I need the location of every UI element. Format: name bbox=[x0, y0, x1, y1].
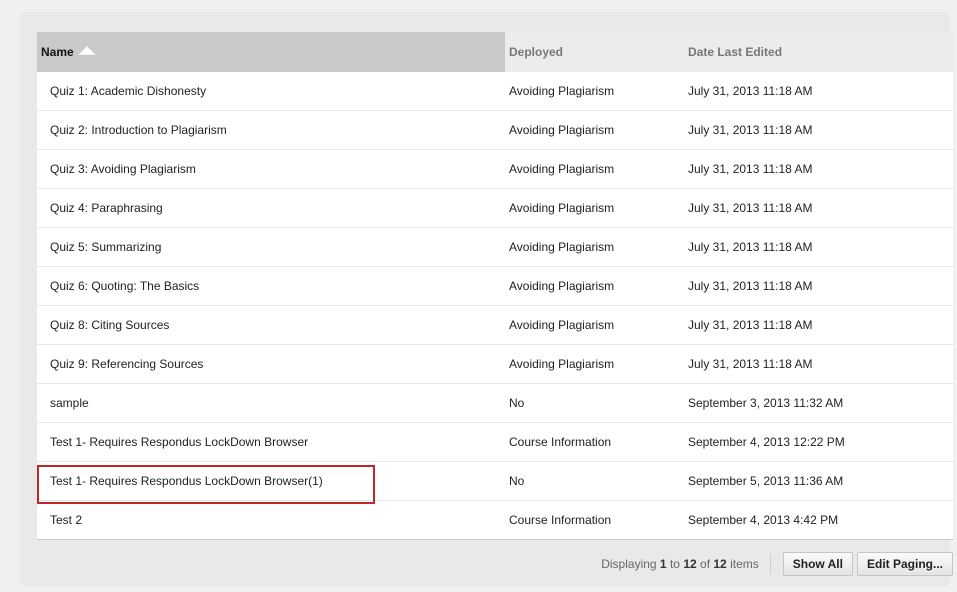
cell-name[interactable]: Quiz 2: Introduction to Plagiarism bbox=[37, 110, 505, 150]
table-row[interactable]: Quiz 3: Avoiding Plagiarism Avoiding Pla… bbox=[37, 149, 953, 189]
cell-name[interactable]: Quiz 6: Quoting: The Basics bbox=[37, 266, 505, 306]
pager-divider bbox=[769, 554, 771, 574]
cell-deployed: Course Information bbox=[505, 422, 684, 462]
column-header-name[interactable]: Name bbox=[37, 32, 505, 72]
cell-deployed: Avoiding Plagiarism bbox=[505, 72, 684, 111]
cell-deployed: Avoiding Plagiarism bbox=[505, 266, 684, 306]
cell-deployed: Avoiding Plagiarism bbox=[505, 344, 684, 384]
column-header-deployed[interactable]: Deployed bbox=[505, 32, 684, 72]
table-row[interactable]: Test 1- Requires Respondus LockDown Brow… bbox=[37, 422, 953, 462]
cell-deployed: Avoiding Plagiarism bbox=[505, 149, 684, 189]
cell-date-last-edited: September 3, 2013 11:32 AM bbox=[684, 383, 953, 423]
column-header-label: Name bbox=[41, 45, 74, 59]
cell-date-last-edited: September 4, 2013 12:22 PM bbox=[684, 422, 953, 462]
table-row[interactable]: Quiz 9: Referencing Sources Avoiding Pla… bbox=[37, 344, 953, 384]
cell-date-last-edited: September 5, 2013 11:36 AM bbox=[684, 461, 953, 501]
pager-status: Displaying 1 to 12 of 12 items bbox=[601, 557, 759, 571]
tests-table-container: Name Deployed Date Last Edited Quiz 1: A… bbox=[37, 32, 953, 540]
pager-to: 12 bbox=[683, 557, 697, 571]
cell-name[interactable]: Test 2 bbox=[37, 500, 505, 540]
cell-date-last-edited: July 31, 2013 11:18 AM bbox=[684, 72, 953, 111]
table-header-row: Name Deployed Date Last Edited bbox=[37, 32, 953, 72]
table-row[interactable]: sample No September 3, 2013 11:32 AM bbox=[37, 383, 953, 423]
pager-bar: Displaying 1 to 12 of 12 items Show All … bbox=[37, 550, 953, 578]
cell-deployed: Avoiding Plagiarism bbox=[505, 227, 684, 267]
cell-name[interactable]: Quiz 5: Summarizing bbox=[37, 227, 505, 267]
cell-name[interactable]: Quiz 1: Academic Dishonesty bbox=[37, 72, 505, 111]
pager-total: 12 bbox=[713, 557, 727, 571]
column-header-date-last-edited[interactable]: Date Last Edited bbox=[684, 32, 953, 72]
cell-name[interactable]: Test 1- Requires Respondus LockDown Brow… bbox=[37, 461, 505, 501]
cell-name[interactable]: Quiz 4: Paraphrasing bbox=[37, 188, 505, 228]
table-row[interactable]: Quiz 4: Paraphrasing Avoiding Plagiarism… bbox=[37, 188, 953, 228]
cell-name[interactable]: Quiz 3: Avoiding Plagiarism bbox=[37, 149, 505, 189]
cell-deployed: Avoiding Plagiarism bbox=[505, 188, 684, 228]
cell-deployed: No bbox=[505, 461, 684, 501]
show-all-button[interactable]: Show All bbox=[782, 552, 853, 576]
cell-name[interactable]: Test 1- Requires Respondus LockDown Brow… bbox=[37, 422, 505, 462]
column-header-label: Deployed bbox=[509, 45, 564, 59]
tests-table: Name Deployed Date Last Edited Quiz 1: A… bbox=[37, 32, 953, 540]
cell-deployed: Course Information bbox=[505, 500, 684, 540]
cell-date-last-edited: July 31, 2013 11:18 AM bbox=[684, 305, 953, 345]
cell-date-last-edited: July 31, 2013 11:18 AM bbox=[684, 344, 953, 384]
cell-date-last-edited: July 31, 2013 11:18 AM bbox=[684, 227, 953, 267]
cell-deployed: No bbox=[505, 383, 684, 423]
table-row[interactable]: Quiz 2: Introduction to Plagiarism Avoid… bbox=[37, 110, 953, 150]
cell-deployed: Avoiding Plagiarism bbox=[505, 110, 684, 150]
cell-date-last-edited: July 31, 2013 11:18 AM bbox=[684, 188, 953, 228]
table-row[interactable]: Quiz 5: Summarizing Avoiding Plagiarism … bbox=[37, 227, 953, 267]
pager-from: 1 bbox=[659, 557, 667, 571]
cell-date-last-edited: July 31, 2013 11:18 AM bbox=[684, 266, 953, 306]
cell-deployed: Avoiding Plagiarism bbox=[505, 305, 684, 345]
cell-name[interactable]: Quiz 9: Referencing Sources bbox=[37, 344, 505, 384]
cell-name[interactable]: sample bbox=[37, 383, 505, 423]
cell-name[interactable]: Quiz 8: Citing Sources bbox=[37, 305, 505, 345]
cell-date-last-edited: September 4, 2013 4:42 PM bbox=[684, 500, 953, 540]
table-row[interactable]: Quiz 6: Quoting: The Basics Avoiding Pla… bbox=[37, 266, 953, 306]
table-row-highlighted[interactable]: Test 1- Requires Respondus LockDown Brow… bbox=[37, 461, 953, 501]
cell-date-last-edited: July 31, 2013 11:18 AM bbox=[684, 110, 953, 150]
table-row[interactable]: Quiz 8: Citing Sources Avoiding Plagiari… bbox=[37, 305, 953, 345]
table-row[interactable]: Quiz 1: Academic Dishonesty Avoiding Pla… bbox=[37, 72, 953, 111]
cell-date-last-edited: July 31, 2013 11:18 AM bbox=[684, 149, 953, 189]
edit-paging-button[interactable]: Edit Paging... bbox=[856, 552, 953, 576]
column-header-label: Date Last Edited bbox=[688, 45, 783, 59]
table-row[interactable]: Test 2 Course Information September 4, 2… bbox=[37, 500, 953, 540]
sort-ascending-icon[interactable] bbox=[77, 46, 96, 55]
